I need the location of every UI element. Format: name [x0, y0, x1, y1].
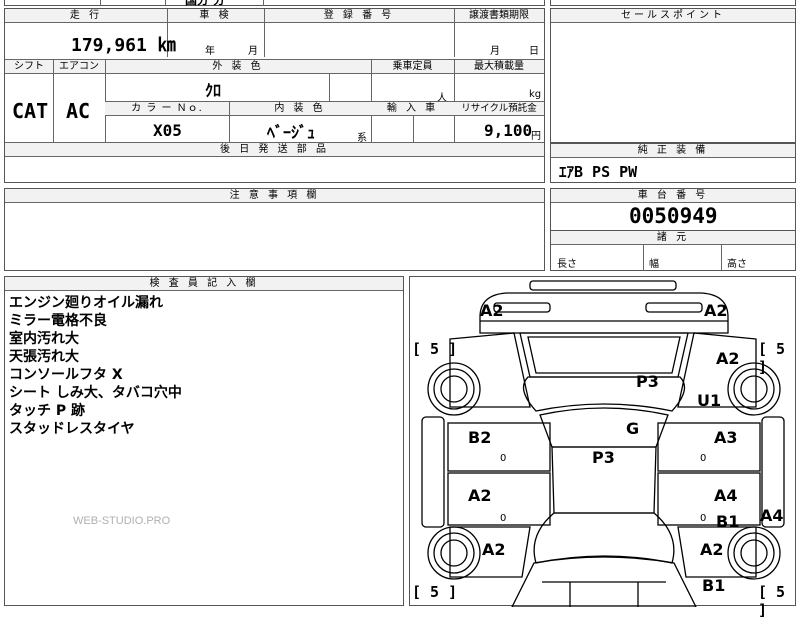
damage-interior: P3 — [592, 448, 615, 467]
recycle-unit: 円 — [531, 131, 541, 142]
damage-right-rear-door: A4 — [714, 486, 738, 505]
remark-line: 室内汚れ大 — [9, 331, 79, 347]
shift-value: CAT — [12, 99, 49, 123]
damage-right-sill: A4 — [760, 506, 784, 525]
watermark: WEB-STUDIO.PRO — [73, 515, 171, 527]
remark-line: シート しみ大、タバコ穴中 — [9, 385, 182, 401]
registration-header: 登 録 番 号 — [264, 9, 454, 23]
front-bumper-bar — [529, 280, 677, 291]
exterior-color-header: 外 装 色 — [105, 60, 371, 74]
aircon-value: AC — [66, 99, 91, 123]
tire-rear-left — [427, 526, 481, 580]
specs-height-label: 高さ — [727, 259, 747, 270]
tire-label-rear-left: [ 5 ] — [412, 583, 458, 601]
inspection-month-unit: 月 — [248, 46, 258, 57]
interior-color-value: ﾍﾞｰｼﾞｭ — [267, 123, 316, 142]
inspector-remarks: エンジン廻りオイル漏れ ミラー電格不良 室内汚れ大 天張汚れ大 コンソールフタ … — [9, 294, 182, 438]
inspection-year-unit: 年 — [205, 46, 215, 57]
interior-color-header: 内 装 色 — [229, 102, 371, 116]
standard-equipment-value: ｴｱB PS PW — [559, 163, 638, 181]
inspection-header: 車 検 — [167, 9, 264, 23]
damage-right-pillar: U1 — [697, 391, 722, 410]
specs-header: 諸 元 — [551, 231, 795, 245]
door-mark: 0 — [700, 513, 707, 524]
headlight-right — [645, 302, 703, 313]
left-sill — [421, 416, 445, 528]
chassis-header: 車 台 番 号 — [551, 189, 795, 203]
door-mark: 0 — [500, 513, 507, 524]
top-partial-row: 国分 分 — [4, 0, 545, 7]
mileage-value: 179,961 ㎞ — [71, 35, 176, 56]
door-mark: 0 — [700, 453, 707, 464]
inspector-header: 検 査 員 記 入 欄 — [5, 277, 403, 291]
max-load-unit: kg — [529, 89, 542, 100]
import-header: 輸 入 車 — [371, 102, 454, 116]
tire-rear-right — [727, 526, 781, 580]
tire-label-front-right: [ 5 ] — [758, 340, 786, 376]
windshield — [522, 376, 686, 412]
chassis-value: 0050949 — [629, 204, 718, 228]
specs-length-label: 長さ — [557, 259, 577, 270]
damage-right-front-door: A3 — [714, 428, 738, 447]
vehicle-info-grid: 走 行 車 検 登 録 番 号 譲渡書類期限 179,961 ㎞ 年 月 月 日… — [4, 8, 545, 183]
inspector-box: 検 査 員 記 入 欄 エンジン廻りオイル漏れ ミラー電格不良 室内汚れ大 天張… — [4, 276, 404, 606]
mileage-header: 走 行 — [5, 9, 167, 23]
damage-roof: P3 — [636, 372, 659, 391]
right-rear-door — [657, 472, 761, 526]
sales-point-box: セールスポイント — [550, 8, 796, 143]
damage-hood-right: A2 — [716, 349, 740, 368]
remark-line: エンジン廻りオイル漏れ — [9, 295, 163, 311]
damage-left-rear-door: A2 — [468, 486, 492, 505]
tire-label-rear-right: [ 5 ] — [758, 583, 786, 619]
specs-box: 諸 元 長さ 幅 高さ — [550, 230, 796, 271]
aircon-header: エアコン — [53, 60, 105, 74]
standard-equipment-box: 純 正 装 備 ｴｱB PS PW — [550, 143, 796, 183]
remark-line: コンソールフタ X — [9, 367, 123, 383]
standard-equipment-header: 純 正 装 備 — [551, 144, 795, 158]
remark-line: 天張汚れ大 — [9, 349, 79, 365]
left-rear-door — [447, 472, 551, 526]
transfer-day-unit: 日 — [529, 46, 539, 57]
shift-header: シフト — [5, 60, 53, 74]
transfer-doc-header: 譲渡書類期限 — [454, 9, 544, 23]
capacity-header: 乗車定員 — [371, 60, 454, 74]
color-no-header: カ ラ ー Ｎｏ. — [105, 102, 229, 116]
rear-window — [533, 512, 675, 564]
remark-line: スタッドレスタイヤ — [9, 421, 135, 437]
chassis-box: 車 台 番 号 0050949 — [550, 188, 796, 231]
tire-label-front-left: [ 5 ] — [412, 340, 458, 358]
damage-rear-left: A2 — [482, 540, 506, 559]
top-right-partial — [550, 0, 796, 6]
door-mark: 0 — [500, 453, 507, 464]
damage-rear-right: A2 — [700, 540, 724, 559]
damage-right-rear-door-b: B1 — [716, 512, 740, 531]
remark-line: ミラー電格不良 — [9, 313, 107, 329]
hood — [519, 332, 689, 378]
later-parts-header: 後 日 発 送 部 品 — [5, 143, 544, 157]
damage-glass: G — [626, 419, 640, 438]
left-front-door — [447, 422, 551, 472]
sales-point-header: セールスポイント — [551, 9, 795, 23]
damage-rear-bottom: B1 — [702, 576, 726, 595]
notes-header: 注 意 事 項 欄 — [5, 189, 544, 203]
remark-line: タッチ P 跡 — [9, 403, 86, 419]
notes-box: 注 意 事 項 欄 — [4, 188, 545, 271]
recycle-value: 9,100 — [484, 121, 533, 140]
front-bumper — [479, 292, 729, 334]
exterior-color-value: ｸﾛ — [205, 81, 222, 100]
damage-front-left: A2 — [480, 301, 504, 320]
roof — [539, 407, 669, 448]
recycle-header: リサイクル預託金 — [454, 102, 544, 116]
specs-width-label: 幅 — [649, 259, 659, 270]
right-front-door — [657, 422, 761, 472]
damage-map-box: [ 5 ] [ 5 ] [ 5 ] [ 5 ] A2 A2 A2 P3 U1 G… — [409, 276, 796, 619]
damage-front-right: A2 — [704, 301, 728, 320]
transfer-month-unit: 月 — [490, 46, 500, 57]
color-no-value: X05 — [153, 121, 182, 140]
top-partial-text: 国分 分 — [185, 0, 226, 7]
damage-left-front-door: B2 — [468, 428, 492, 447]
max-load-header: 最大積載量 — [454, 60, 544, 74]
